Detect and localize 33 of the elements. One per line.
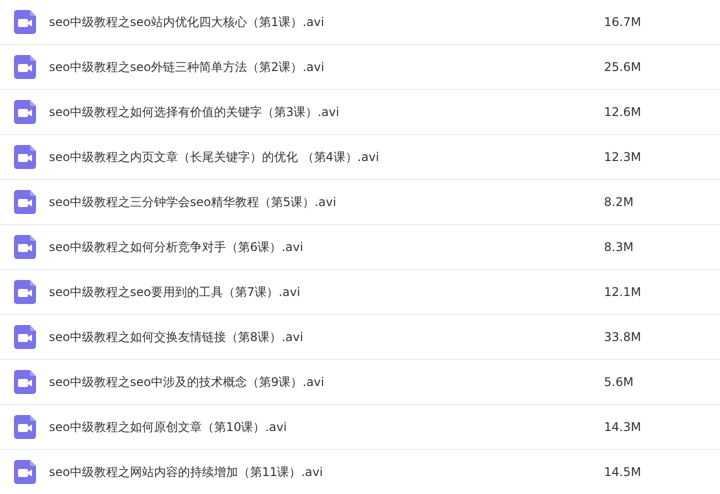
file-size: 14.3M bbox=[604, 419, 642, 436]
video-file-icon bbox=[14, 460, 36, 484]
file-size: 8.2M bbox=[604, 194, 634, 211]
file-name[interactable]: seo中级教程之内页文章（长尾关键字）的优化 （第4课）.avi bbox=[49, 148, 604, 166]
video-file-icon bbox=[14, 55, 36, 79]
video-file-icon bbox=[14, 145, 36, 169]
file-name[interactable]: seo中级教程之seo中涉及的技术概念（第9课）.avi bbox=[49, 373, 604, 391]
file-name[interactable]: seo中级教程之网站内容的持续增加（第11课）.avi bbox=[49, 463, 604, 481]
video-file-icon bbox=[14, 100, 36, 124]
file-name[interactable]: seo中级教程之如何选择有价值的关键字（第3课）.avi bbox=[49, 103, 604, 121]
file-size: 14.5M bbox=[604, 464, 642, 481]
file-name[interactable]: seo中级教程之seo站内优化四大核心（第1课）.avi bbox=[49, 13, 604, 31]
video-file-icon bbox=[14, 190, 36, 214]
file-size: 16.7M bbox=[604, 14, 642, 31]
file-size: 8.3M bbox=[604, 239, 634, 256]
video-file-icon bbox=[14, 415, 36, 439]
video-file-icon bbox=[14, 280, 36, 304]
file-size: 25.6M bbox=[604, 59, 642, 76]
file-size: 33.8M bbox=[604, 329, 642, 346]
file-name[interactable]: seo中级教程之三分钟学会seo精华教程（第5课）.avi bbox=[49, 193, 604, 211]
file-name[interactable]: seo中级教程之seo外链三种简单方法（第2课）.avi bbox=[49, 58, 604, 76]
file-size: 12.3M bbox=[604, 149, 642, 166]
video-file-icon bbox=[14, 235, 36, 259]
file-name[interactable]: seo中级教程之如何原创文章（第10课）.avi bbox=[49, 418, 604, 436]
video-file-icon bbox=[14, 325, 36, 349]
file-size: 5.6M bbox=[604, 374, 634, 391]
file-size: 12.1M bbox=[604, 284, 642, 301]
file-name[interactable]: seo中级教程之seo要用到的工具（第7课）.avi bbox=[49, 283, 604, 301]
file-name[interactable]: seo中级教程之如何分析竞争对手（第6课）.avi bbox=[49, 238, 604, 256]
video-file-icon bbox=[14, 370, 36, 394]
video-file-icon bbox=[14, 10, 36, 34]
file-size: 12.6M bbox=[604, 104, 642, 121]
file-name[interactable]: seo中级教程之如何交换友情链接（第8课）.avi bbox=[49, 328, 604, 346]
